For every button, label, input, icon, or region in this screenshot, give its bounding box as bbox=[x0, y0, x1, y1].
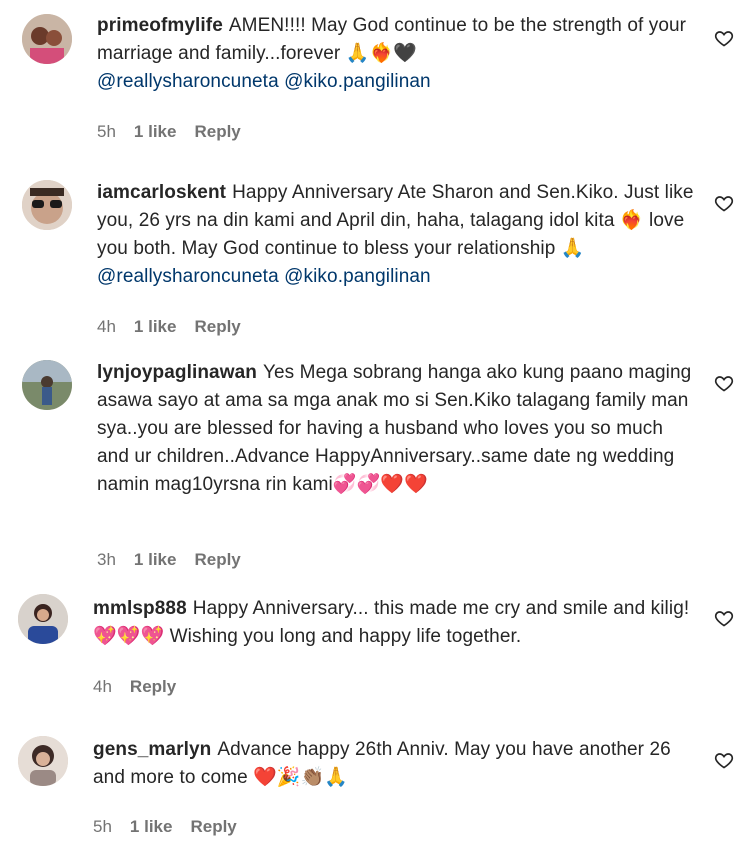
reply-button[interactable]: Reply bbox=[130, 677, 176, 697]
comment-username[interactable]: mmlsp888 bbox=[93, 598, 187, 619]
heart-outline-icon[interactable] bbox=[714, 193, 734, 213]
comment-time: 5h bbox=[93, 817, 112, 836]
avatar[interactable] bbox=[22, 14, 72, 64]
comment-likes[interactable]: 1 like bbox=[134, 550, 177, 570]
comment-body: gens_marlyn Advance happy 26th Anniv. May… bbox=[93, 736, 698, 792]
avatar[interactable] bbox=[18, 594, 68, 644]
comment-username[interactable]: lynjoypaglinawan bbox=[97, 362, 257, 383]
comment-time: 4h bbox=[97, 317, 116, 336]
heart-outline-icon[interactable] bbox=[714, 750, 734, 770]
comment-time: 4h bbox=[93, 677, 112, 696]
comment-likes[interactable]: 1 like bbox=[130, 817, 173, 837]
comment-meta: 3h 1 like Reply bbox=[97, 550, 241, 570]
comment-time: 5h bbox=[97, 122, 116, 141]
comment-likes[interactable]: 1 like bbox=[134, 317, 177, 337]
comment-meta: 4h Reply bbox=[93, 677, 176, 697]
comment-body: mmlsp888 Happy Anniversary... this made m… bbox=[93, 595, 698, 651]
heart-outline-icon[interactable] bbox=[714, 608, 734, 628]
comment-username[interactable]: gens_marlyn bbox=[93, 739, 211, 760]
reply-button[interactable]: Reply bbox=[194, 550, 240, 570]
comment-likes[interactable]: 1 like bbox=[134, 122, 177, 142]
reply-button[interactable]: Reply bbox=[194, 122, 240, 142]
avatar[interactable] bbox=[22, 360, 72, 410]
comment-meta: 5h 1 like Reply bbox=[97, 122, 241, 142]
comment-body: lynjoypaglinawan Yes Mega sobrang hanga a… bbox=[97, 359, 697, 499]
mention-link[interactable]: @kiko.pangilinan bbox=[284, 266, 431, 287]
comment-body: primeofmylife AMEN!!!! May God continue t… bbox=[97, 12, 697, 96]
avatar[interactable] bbox=[18, 736, 68, 786]
comment-username[interactable]: primeofmylife bbox=[97, 15, 223, 36]
comment-username[interactable]: iamcarloskent bbox=[97, 182, 226, 203]
reply-button[interactable]: Reply bbox=[190, 817, 236, 837]
reply-button[interactable]: Reply bbox=[194, 317, 240, 337]
comment-body: iamcarloskent Happy Anniversary Ate Sharo… bbox=[97, 179, 697, 291]
avatar[interactable] bbox=[22, 180, 72, 230]
mention-link[interactable]: @reallysharoncuneta bbox=[97, 71, 279, 92]
comment-time: 3h bbox=[97, 550, 116, 569]
heart-outline-icon[interactable] bbox=[714, 373, 734, 393]
comment-meta: 5h 1 like Reply bbox=[93, 817, 237, 837]
comment-meta: 4h 1 like Reply bbox=[97, 317, 241, 337]
heart-outline-icon[interactable] bbox=[714, 28, 734, 48]
mention-link[interactable]: @kiko.pangilinan bbox=[284, 71, 431, 92]
mention-link[interactable]: @reallysharoncuneta bbox=[97, 266, 279, 287]
